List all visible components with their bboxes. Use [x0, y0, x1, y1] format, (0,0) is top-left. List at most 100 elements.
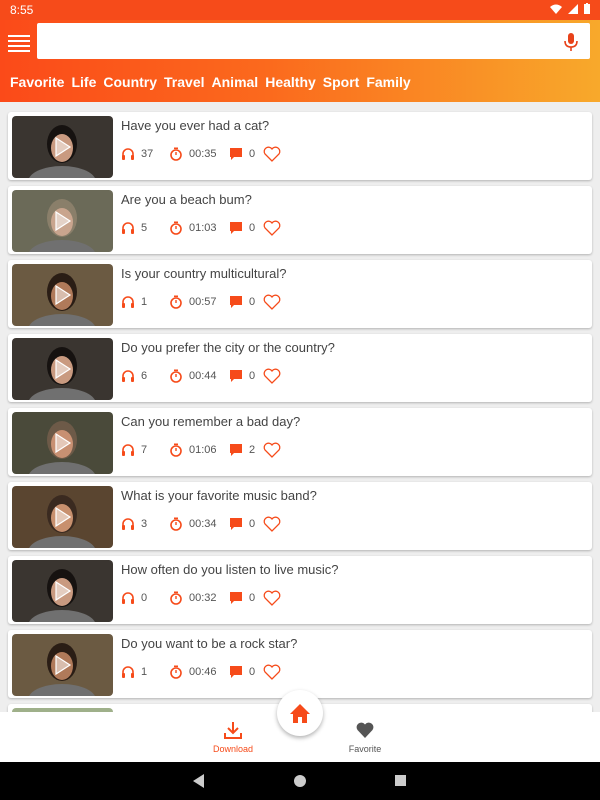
- signal-icon: [568, 3, 578, 14]
- headphones-stat: 3: [121, 517, 169, 531]
- stopwatch-icon: [170, 665, 182, 679]
- stopwatch-value: 00:44: [189, 370, 217, 382]
- video-card[interactable]: Have you ever had a cat? 37 00:35 0: [8, 112, 592, 180]
- stopwatch-value: 01:03: [189, 222, 217, 234]
- comment-value: 0: [249, 370, 256, 382]
- headphones-value: 7: [141, 444, 148, 456]
- heart-outline-icon[interactable]: [263, 146, 281, 162]
- stopwatch-value: 00:32: [189, 592, 217, 604]
- video-card[interactable]: Can you remember a bad day? 7 01:06 2: [8, 408, 592, 476]
- comment-stat: 0: [229, 665, 259, 679]
- comment-stat: 0: [229, 221, 259, 235]
- video-meta: 37 00:35 0: [121, 146, 281, 162]
- headphones-icon: [122, 666, 134, 678]
- system-navigation-bar: [0, 762, 600, 800]
- category-tab[interactable]: Life: [71, 74, 96, 90]
- stopwatch-icon: [170, 295, 182, 309]
- home-button[interactable]: [277, 690, 323, 736]
- category-tab[interactable]: Family: [366, 74, 410, 90]
- stopwatch-stat: 00:44: [169, 369, 229, 383]
- download-tab[interactable]: Download: [193, 720, 273, 754]
- video-title: Are you a beach bum?: [121, 192, 252, 207]
- video-thumbnail[interactable]: [12, 486, 113, 548]
- video-card[interactable]: What is your favorite music band? 3 00:34 0: [8, 482, 592, 550]
- headphones-stat: 1: [121, 295, 169, 309]
- category-tab[interactable]: Healthy: [265, 74, 316, 90]
- comment-icon: [230, 222, 242, 234]
- stopwatch-value: 00:57: [189, 296, 217, 308]
- favorite-tab[interactable]: Favorite: [325, 720, 405, 754]
- heart-outline-icon[interactable]: [263, 516, 281, 532]
- mic-icon[interactable]: [563, 33, 579, 51]
- video-meta: 1 00:57 0: [121, 294, 281, 310]
- back-icon[interactable]: [193, 774, 205, 788]
- comment-icon: [230, 444, 242, 456]
- stopwatch-icon: [170, 147, 182, 161]
- comment-value: 0: [249, 666, 256, 678]
- stopwatch-value: 00:35: [189, 148, 217, 160]
- stopwatch-icon: [170, 517, 182, 531]
- stopwatch-stat: 00:57: [169, 295, 229, 309]
- download-label: Download: [212, 744, 254, 754]
- stopwatch-stat: 00:32: [169, 591, 229, 605]
- category-tab[interactable]: Favorite: [10, 74, 64, 90]
- category-tab[interactable]: Travel: [164, 74, 204, 90]
- video-list[interactable]: Have you ever had a cat? 37 00:35 0 Are you …: [0, 102, 600, 712]
- comment-value: 0: [249, 518, 256, 530]
- app-header: Favorite Life Country Travel Animal Heal…: [0, 20, 600, 102]
- heart-outline-icon[interactable]: [263, 368, 281, 384]
- headphones-value: 5: [141, 222, 148, 234]
- stopwatch-stat: 00:46: [169, 665, 229, 679]
- headphones-stat: 6: [121, 369, 169, 383]
- category-tab[interactable]: Sport: [323, 74, 360, 90]
- favorite-label: Favorite: [348, 744, 382, 754]
- video-title: Have you ever had a cat?: [121, 118, 270, 133]
- recents-icon[interactable]: [395, 775, 406, 786]
- comment-icon: [230, 296, 242, 308]
- heart-outline-icon[interactable]: [263, 442, 281, 458]
- headphones-icon: [122, 592, 134, 604]
- menu-button[interactable]: [8, 32, 30, 52]
- status-bar: 8:55: [0, 0, 600, 20]
- heart-outline-icon[interactable]: [263, 664, 281, 680]
- comment-icon: [230, 666, 242, 678]
- video-card[interactable]: How often do you listen to live music? 0 0…: [8, 556, 592, 624]
- headphones-value: 1: [141, 666, 148, 678]
- comment-stat: 0: [229, 369, 259, 383]
- stopwatch-stat: 01:03: [169, 221, 229, 235]
- video-thumbnail[interactable]: [12, 412, 113, 474]
- heart-outline-icon[interactable]: [263, 220, 281, 236]
- video-card[interactable]: Are you a beach bum? 5 01:03 0: [8, 186, 592, 254]
- video-thumbnail[interactable]: [12, 338, 113, 400]
- headphones-icon: [122, 370, 134, 382]
- headphones-stat: 5: [121, 221, 169, 235]
- comment-stat: 0: [229, 591, 259, 605]
- search-input[interactable]: [37, 23, 590, 59]
- category-tab[interactable]: Country: [103, 74, 157, 90]
- headphones-value: 1: [141, 296, 148, 308]
- headphones-stat: 1: [121, 665, 169, 679]
- status-icons: [550, 3, 590, 14]
- video-card[interactable]: Do you want to be a rock star? 1 00:46 0: [8, 630, 592, 698]
- video-thumbnail[interactable]: [12, 190, 113, 252]
- comment-value: 2: [249, 444, 256, 456]
- video-card[interactable]: Do you prefer the city or the country? 6 0…: [8, 334, 592, 402]
- headphones-stat: 0: [121, 591, 169, 605]
- heart-outline-icon[interactable]: [263, 590, 281, 606]
- heart-outline-icon[interactable]: [263, 294, 281, 310]
- wifi-icon: [550, 4, 562, 14]
- comment-icon: [230, 592, 242, 604]
- stopwatch-value: 00:34: [189, 518, 217, 530]
- comment-value: 0: [249, 148, 256, 160]
- video-thumbnail[interactable]: [12, 634, 113, 696]
- stopwatch-icon: [170, 221, 182, 235]
- video-thumbnail[interactable]: [12, 116, 113, 178]
- comment-stat: 0: [229, 295, 259, 309]
- category-tab[interactable]: Animal: [212, 74, 259, 90]
- stopwatch-stat: 00:34: [169, 517, 229, 531]
- home-nav-icon[interactable]: [294, 775, 306, 787]
- video-card[interactable]: Is your country multicultural? 1 00:57 0: [8, 260, 592, 328]
- video-meta: 6 00:44 0: [121, 368, 281, 384]
- video-thumbnail[interactable]: [12, 264, 113, 326]
- video-thumbnail[interactable]: [12, 560, 113, 622]
